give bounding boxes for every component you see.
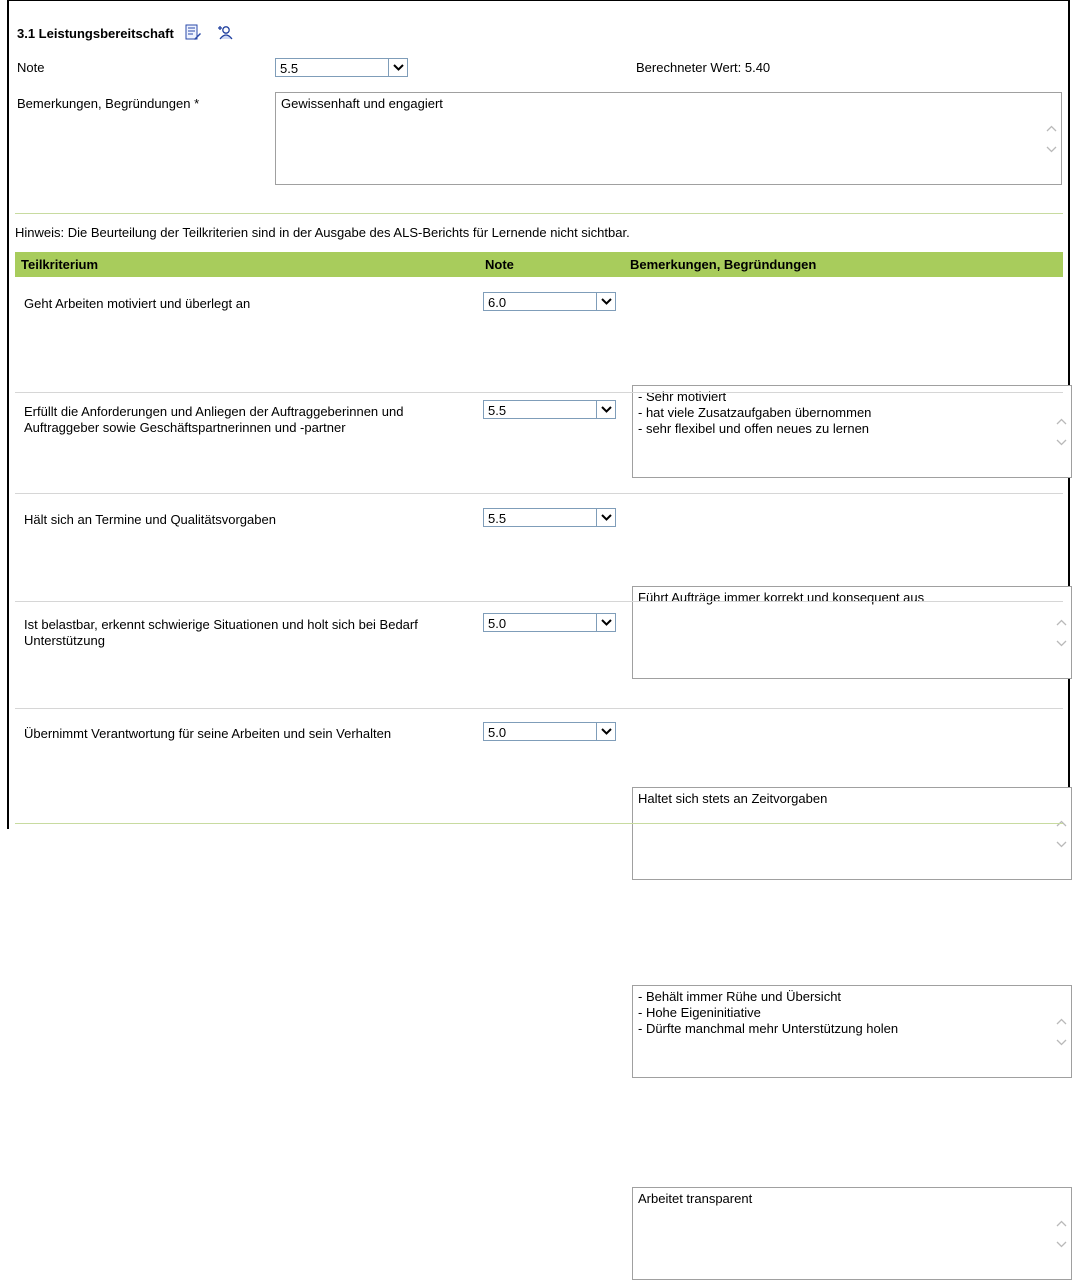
remark-text: Führt Aufträge immer korrekt und konsequ… xyxy=(638,590,925,605)
criterion-text: Erfüllt die Anforderungen und Anliegen d… xyxy=(24,404,404,435)
grade-select-value: 5.5 xyxy=(488,511,507,526)
textarea-scrollbar[interactable] xyxy=(1041,93,1061,184)
bottom-divider xyxy=(15,823,1063,824)
textarea-scrollbar[interactable] xyxy=(1051,986,1071,1077)
remark-textarea[interactable]: Haltet sich stets an Zeitvorgaben xyxy=(632,787,1072,880)
remark-textarea[interactable]: - Behält immer Rühe und Übersicht - Hohe… xyxy=(632,985,1072,1078)
textarea-scrollbar[interactable] xyxy=(1051,386,1071,477)
note-select[interactable]: 5.5 xyxy=(275,58,408,77)
header-remarks: Bemerkungen, Begründungen xyxy=(630,257,817,272)
criterion-text: Hält sich an Termine und Qualitätsvorgab… xyxy=(24,512,276,527)
calculated-value: Berechneter Wert: 5.40 xyxy=(636,60,771,75)
row-divider xyxy=(15,392,1063,393)
chevron-down-icon xyxy=(596,614,615,631)
row-divider xyxy=(15,493,1063,494)
note-select-value: 5.5 xyxy=(280,61,299,76)
criterion-text: Ist belastbar, erkennt schwierige Situat… xyxy=(24,617,418,648)
criterion-text: Übernimmt Verantwortung für seine Arbeit… xyxy=(24,726,392,741)
note-label: Note xyxy=(17,60,45,75)
grade-select[interactable]: 5.5 xyxy=(483,508,616,527)
remark-textarea[interactable]: Arbeitet transparent xyxy=(632,1187,1072,1280)
remark-textarea[interactable]: Führt Aufträge immer korrekt und konsequ… xyxy=(632,586,1072,679)
remark-text: Haltet sich stets an Zeitvorgaben xyxy=(638,791,828,806)
remarks-text: Gewissenhaft und engagiert xyxy=(281,96,443,111)
chevron-down-icon xyxy=(388,59,407,76)
scroll-down-icon[interactable] xyxy=(1056,1241,1067,1248)
scroll-up-icon[interactable] xyxy=(1046,125,1057,132)
grade-select-value: 5.0 xyxy=(488,725,507,740)
scroll-up-icon[interactable] xyxy=(1056,1220,1067,1227)
textarea-scrollbar[interactable] xyxy=(1051,788,1071,879)
scroll-up-icon[interactable] xyxy=(1056,1018,1067,1025)
hint-text: Hinweis: Die Beurteilung der Teilkriteri… xyxy=(15,225,630,240)
section-title: 3.1 Leistungsbereitschaft xyxy=(17,25,174,41)
header-grade: Note xyxy=(485,257,514,272)
remarks-textarea[interactable]: Gewissenhaft und engagiert xyxy=(275,92,1062,185)
remark-text: - Sehr motiviert - hat viele Zusatzaufga… xyxy=(638,389,872,436)
scroll-down-icon[interactable] xyxy=(1056,640,1067,647)
remarks-label: Bemerkungen, Begründungen * xyxy=(17,96,200,111)
scroll-up-icon[interactable] xyxy=(1056,619,1067,626)
grade-select-value: 5.0 xyxy=(488,616,507,631)
remark-text: Arbeitet transparent xyxy=(638,1191,753,1206)
grade-select-value: 5.5 xyxy=(488,403,507,418)
row-divider xyxy=(15,708,1063,709)
chevron-down-icon xyxy=(596,509,615,526)
row-divider xyxy=(15,601,1063,602)
grade-select-value: 6.0 xyxy=(488,295,507,310)
chevron-down-icon xyxy=(596,723,615,740)
chevron-down-icon xyxy=(596,293,615,310)
remark-textarea[interactable]: - Sehr motiviert - hat viele Zusatzaufga… xyxy=(632,385,1072,478)
header-criterion: Teilkriterium xyxy=(21,257,99,272)
scroll-down-icon[interactable] xyxy=(1056,439,1067,446)
remark-text: - Behält immer Rühe und Übersicht - Hohe… xyxy=(638,989,899,1036)
edit-notes-icon[interactable] xyxy=(184,24,202,42)
textarea-scrollbar[interactable] xyxy=(1051,1188,1071,1279)
scroll-down-icon[interactable] xyxy=(1056,841,1067,848)
criterion-text: Geht Arbeiten motiviert und überlegt an xyxy=(24,296,251,311)
section-divider xyxy=(15,213,1063,214)
grade-select[interactable]: 5.5 xyxy=(483,400,616,419)
grade-select[interactable]: 5.0 xyxy=(483,613,616,632)
table-header: Teilkriterium Note Bemerkungen, Begründu… xyxy=(15,252,1063,277)
chevron-down-icon xyxy=(596,401,615,418)
grade-select[interactable]: 5.0 xyxy=(483,722,616,741)
scroll-down-icon[interactable] xyxy=(1046,146,1057,153)
scroll-down-icon[interactable] xyxy=(1056,1039,1067,1046)
scroll-up-icon[interactable] xyxy=(1056,418,1067,425)
person-search-icon[interactable] xyxy=(216,24,234,42)
grade-select[interactable]: 6.0 xyxy=(483,292,616,311)
section-header: 3.1 Leistungsbereitschaft xyxy=(17,24,234,42)
